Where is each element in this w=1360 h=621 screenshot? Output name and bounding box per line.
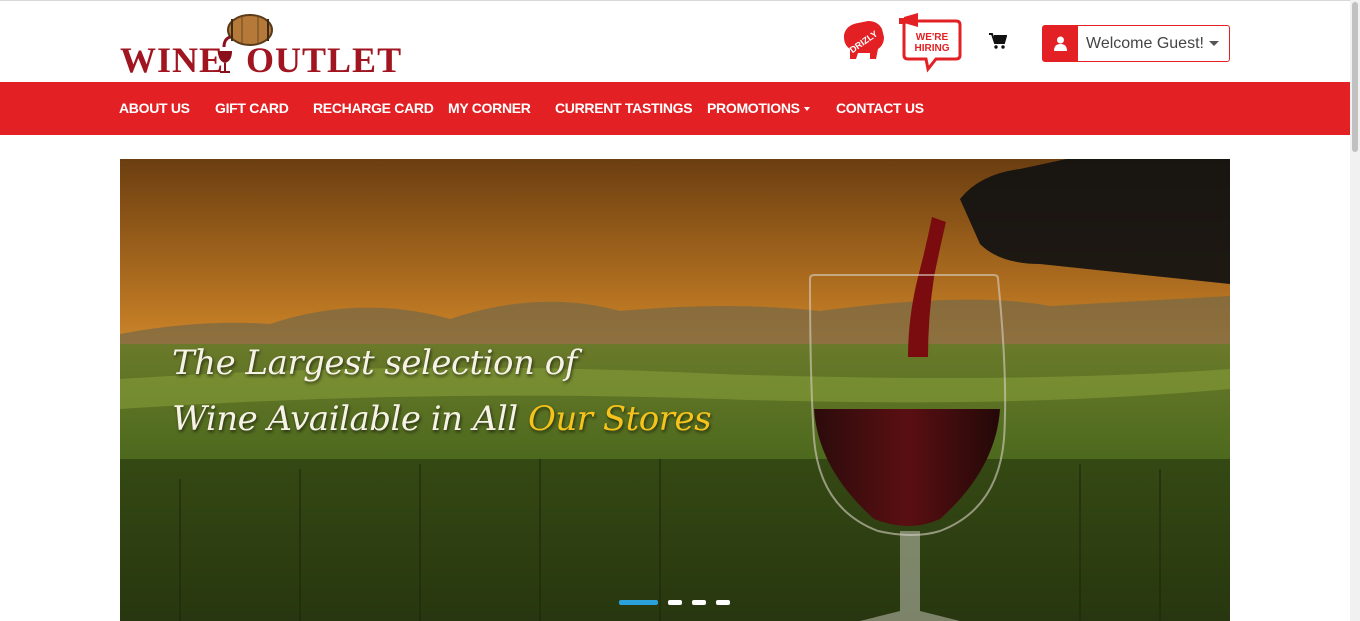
scrollbar-thumb[interactable] — [1352, 2, 1358, 152]
chevron-down-icon — [1209, 41, 1219, 46]
nav-item-about-us[interactable]: ABOUT US — [119, 100, 190, 116]
wine-glass-icon — [218, 51, 232, 73]
hero-line-2-highlight: Our Stores — [527, 399, 712, 439]
site-header: WINE OUTLET DRIZLY WE'RE HIRING Welcome G… — [0, 1, 1350, 82]
hero-line-2: Wine Available in All Our Stores — [172, 391, 712, 447]
cart-icon[interactable] — [989, 33, 1007, 49]
logo-wordmark: WINE OUTLET — [120, 39, 402, 81]
carousel-dot-1[interactable] — [619, 600, 658, 605]
nav-item-recharge-card[interactable]: RECHARGE CARD — [313, 100, 434, 116]
wine-outlet-logo[interactable]: WINE OUTLET — [120, 13, 401, 80]
page-scrollbar[interactable] — [1350, 0, 1360, 621]
hero-line-1: The Largest selection of — [172, 343, 577, 383]
hero-tagline: The Largest selection of Wine Available … — [172, 335, 712, 447]
caret-down-icon — [803, 107, 810, 112]
carousel-dot-4[interactable] — [716, 600, 730, 605]
logo-word-wine: WINE — [120, 40, 225, 80]
nav-item-promotions[interactable]: PROMOTIONS — [707, 100, 810, 116]
nav-item-contact-us[interactable]: CONTACT US — [836, 100, 924, 116]
hiring-label-line2: HIRING — [915, 43, 950, 54]
hero-carousel[interactable]: The Largest selection of Wine Available … — [120, 159, 1230, 621]
hero-line-2-main: Wine Available in All — [172, 399, 528, 439]
hiring-badge-icon[interactable]: WE'RE HIRING — [896, 11, 962, 73]
user-button[interactable] — [1043, 26, 1078, 61]
nav-item-gift-card[interactable]: GIFT CARD — [215, 100, 289, 116]
nav-item-my-corner[interactable]: MY CORNER — [448, 100, 531, 116]
carousel-dot-2[interactable] — [668, 600, 682, 605]
user-icon — [1054, 36, 1067, 51]
carousel-dot-3[interactable] — [692, 600, 706, 605]
welcome-label: Welcome Guest! — [1086, 35, 1204, 52]
nav-item-promotions-label: PROMOTIONS — [707, 100, 800, 116]
nav-item-current-tastings[interactable]: CURRENT TASTINGS — [555, 100, 693, 116]
main-navbar: ABOUT US GIFT CARD RECHARGE CARD MY CORN… — [0, 82, 1350, 135]
welcome-guest-dropdown[interactable]: Welcome Guest! — [1042, 25, 1230, 62]
logo-word-outlet: OUTLET — [246, 40, 403, 80]
hiring-label-line1: WE'RE — [916, 32, 949, 43]
drizly-badge-icon[interactable]: DRIZLY — [840, 17, 888, 61]
